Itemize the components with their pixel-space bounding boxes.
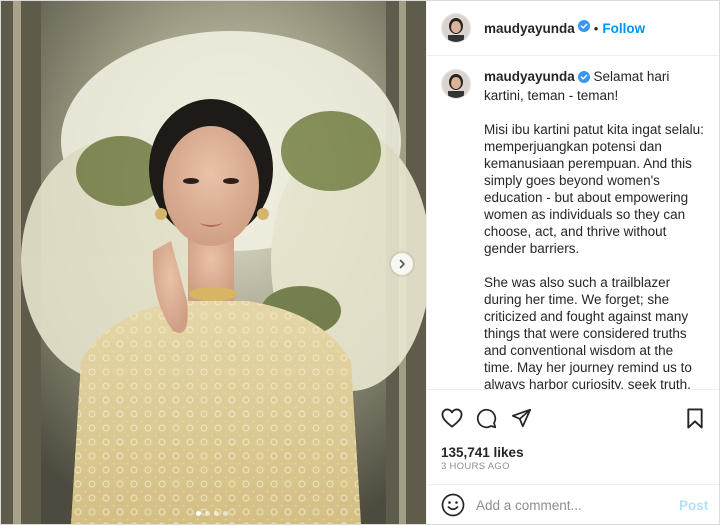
carousel-dot [214, 511, 219, 516]
emoji-button[interactable] [441, 493, 465, 517]
post-photo [1, 1, 426, 524]
heart-icon [441, 408, 463, 428]
caption-text: maudyayunda Selamat hari kartini, teman … [484, 68, 706, 389]
comment-composer: Post [427, 484, 719, 524]
post-timestamp[interactable]: 3 HOURS AGO [441, 461, 510, 472]
carousel-dot [196, 511, 201, 516]
avatar[interactable] [441, 13, 471, 43]
caption-first-line: maudyayunda Selamat hari kartini, teman … [484, 68, 706, 104]
username[interactable]: maudyayunda [484, 21, 575, 36]
action-bar [427, 389, 719, 442]
post-media[interactable] [1, 1, 426, 524]
instagram-post-dialog: maudyayunda • Follow maudyayunda Selamat… [0, 0, 720, 525]
share-button[interactable] [511, 408, 532, 433]
caption-username[interactable]: maudyayunda [484, 69, 575, 84]
verified-badge-icon [577, 19, 590, 37]
separator-dot: • [593, 20, 599, 36]
avatar[interactable] [441, 69, 471, 99]
comment-button[interactable] [476, 408, 497, 434]
post-header: maudyayunda • Follow [427, 1, 719, 56]
comment-input[interactable] [476, 497, 671, 513]
chevron-right-icon [399, 259, 405, 269]
carousel-dot [223, 511, 228, 516]
save-button[interactable] [686, 408, 704, 434]
comment-bubble-icon [476, 408, 497, 429]
like-count[interactable]: 135,741 likes [441, 445, 524, 460]
bookmark-icon [687, 408, 703, 429]
carousel-indicator [196, 511, 228, 516]
smiley-icon [441, 493, 465, 517]
caption: maudyayunda Selamat hari kartini, teman … [427, 56, 719, 389]
post-side-panel: maudyayunda • Follow maudyayunda Selamat… [426, 1, 719, 524]
follow-button[interactable]: Follow [602, 21, 645, 36]
post-author: maudyayunda • Follow [484, 19, 645, 37]
like-button[interactable] [441, 408, 463, 433]
carousel-dot [205, 511, 210, 516]
caption-paragraph: Misi ibu kartini patut kita ingat selalu… [484, 122, 704, 256]
paper-plane-icon [511, 408, 532, 428]
post-comment-button[interactable]: Post [679, 498, 708, 513]
carousel-next-button[interactable] [391, 253, 413, 275]
caption-scroll-area[interactable]: maudyayunda Selamat hari kartini, teman … [427, 56, 719, 389]
verified-badge-icon [577, 70, 590, 87]
caption-paragraph: She was also such a trailblazer during h… [484, 275, 692, 389]
